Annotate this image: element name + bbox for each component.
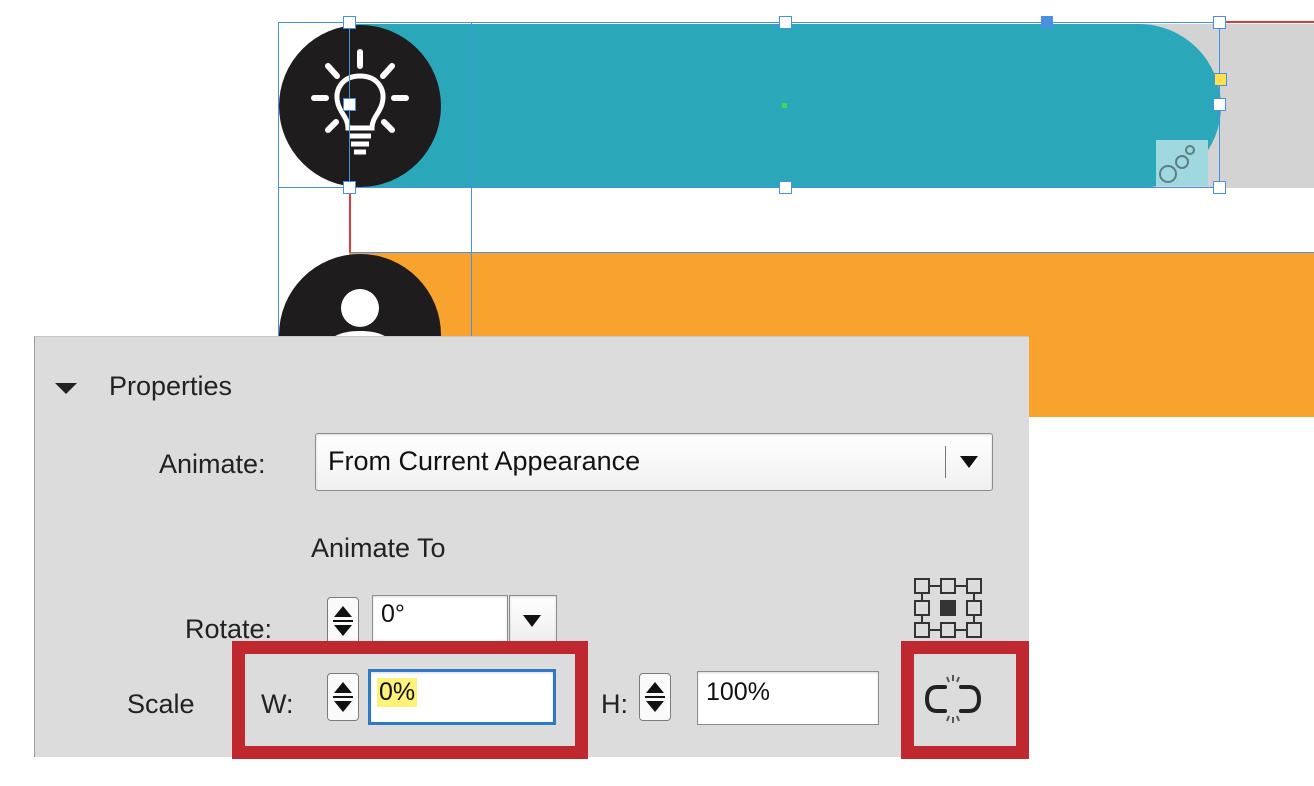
dropdown-divider (945, 446, 946, 478)
reference-point-grid-icon[interactable] (913, 577, 983, 639)
selection-frame-orange (349, 252, 1314, 253)
stepper-down-icon[interactable] (334, 625, 352, 636)
rotate-input[interactable]: 0° (372, 595, 508, 647)
handle-top-blue[interactable] (1041, 16, 1053, 28)
handle-mid-right[interactable] (1213, 98, 1226, 111)
handle-bottom-left[interactable] (343, 181, 356, 194)
highlight-box-width (232, 641, 588, 759)
selection-column-line (471, 22, 472, 342)
height-input[interactable]: 100% (697, 671, 879, 725)
height-value: 100% (706, 678, 770, 706)
handle-yellow-corner[interactable] (1214, 73, 1227, 86)
disclosure-triangle-icon[interactable] (55, 383, 77, 394)
red-guide-left (349, 188, 351, 258)
selection-frame-outer (278, 22, 1220, 188)
animate-to-heading: Animate To (311, 533, 446, 563)
rotate-stepper[interactable] (327, 597, 359, 645)
highlight-box-link (901, 641, 1029, 759)
stepper-down-icon[interactable] (646, 701, 664, 712)
animate-dropdown-value: From Current Appearance (328, 446, 641, 476)
height-stepper[interactable] (639, 673, 671, 721)
height-label: H: (601, 689, 628, 719)
handle-mid-left[interactable] (343, 98, 356, 111)
handle-top-mid[interactable] (779, 16, 792, 29)
rotate-dropdown-button[interactable] (509, 595, 557, 647)
scale-label: Scale (127, 689, 195, 719)
section-title: Properties (109, 371, 233, 401)
handle-top-right[interactable] (1213, 16, 1226, 29)
selection-frame-left (278, 22, 279, 342)
rotate-value: 0° (381, 600, 405, 628)
handle-top-left[interactable] (343, 16, 356, 29)
handle-bottom-mid[interactable] (779, 181, 792, 194)
chevron-down-icon (523, 615, 541, 627)
center-point (782, 103, 787, 108)
animate-dropdown[interactable]: From Current Appearance (315, 433, 993, 491)
chevron-down-icon[interactable] (960, 456, 978, 468)
animate-label: Animate: (159, 449, 266, 479)
stepper-up-icon[interactable] (646, 682, 664, 693)
stepper-up-icon[interactable] (334, 606, 352, 617)
handle-bottom-right[interactable] (1213, 181, 1226, 194)
red-guide-top (1220, 21, 1314, 23)
